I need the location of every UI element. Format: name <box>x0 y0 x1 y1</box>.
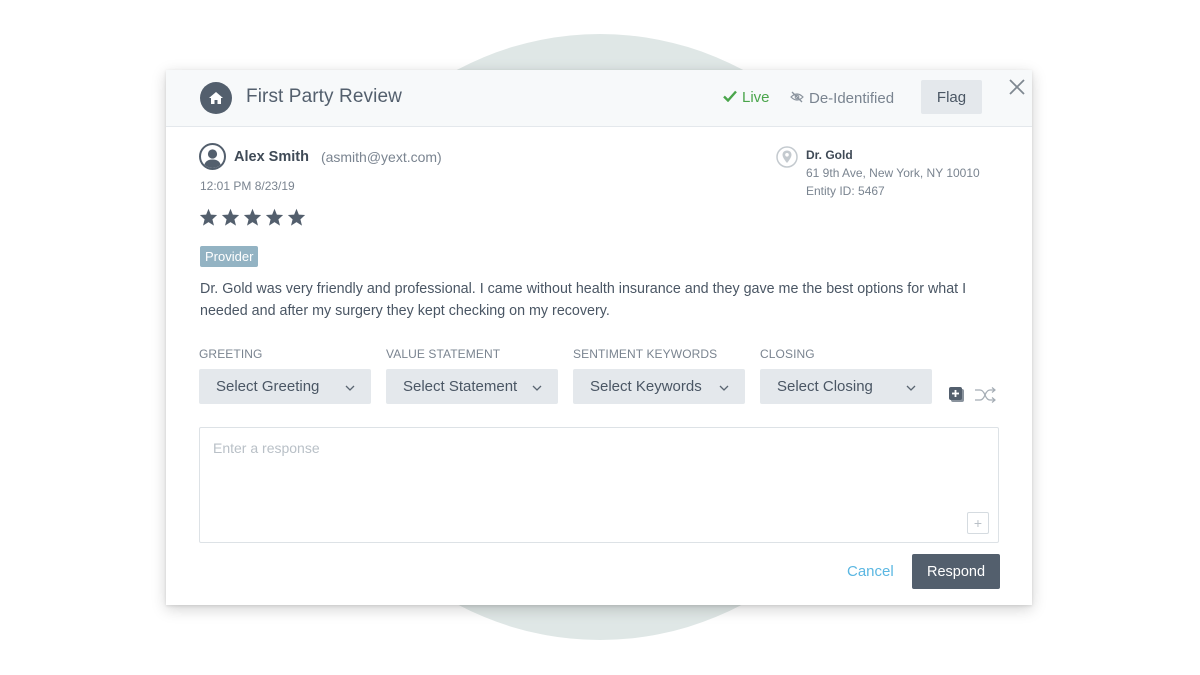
status-deidentified: De-Identified <box>790 90 894 107</box>
value-statement-field: VALUE STATEMENT Select Statement <box>386 346 573 404</box>
page-title: First Party Review <box>246 86 402 107</box>
review-timestamp: 12:01 PM 8/23/19 <box>200 179 295 193</box>
author-name: Alex Smith <box>234 148 309 165</box>
entity-info: Dr. Gold 61 9th Ave, New York, NY 10010 … <box>776 146 980 200</box>
greeting-label: GREETING <box>199 347 263 361</box>
avatar <box>199 143 226 170</box>
entity-address: 61 9th Ave, New York, NY 10010 <box>806 166 980 180</box>
greeting-select[interactable]: Select Greeting <box>199 369 371 404</box>
add-template-icon[interactable] <box>948 386 966 409</box>
star-icon <box>265 208 284 231</box>
eye-slash-icon <box>790 90 804 107</box>
checkmark-icon <box>723 89 737 106</box>
closing-field: CLOSING Select Closing <box>760 346 947 404</box>
sentiment-keywords-select-value: Select Keywords <box>590 378 702 395</box>
builder-actions <box>948 386 996 409</box>
flag-button[interactable]: Flag <box>921 80 982 114</box>
author-email: (asmith@yext.com) <box>320 148 442 165</box>
location-pin-icon <box>776 146 798 168</box>
entity-name: Dr. Gold <box>806 148 853 162</box>
status-live: Live <box>723 89 770 106</box>
review-tag: Provider <box>200 246 259 267</box>
greeting-select-value: Select Greeting <box>216 378 320 395</box>
chevron-down-icon <box>719 378 729 395</box>
closing-select[interactable]: Select Closing <box>760 369 932 404</box>
card-header: First Party Review Live De-Identified Fl… <box>166 70 1032 127</box>
status-live-label: Live <box>742 89 770 106</box>
entity-id: Entity ID: 5467 <box>806 184 885 198</box>
value-statement-select-value: Select Statement <box>403 378 518 395</box>
review-author: Alex Smith (asmith@yext.com) <box>199 143 442 170</box>
closing-label: CLOSING <box>760 347 815 361</box>
home-icon <box>200 82 232 114</box>
sentiment-keywords-select[interactable]: Select Keywords <box>573 369 745 404</box>
star-icon <box>199 208 218 231</box>
respond-button[interactable]: Respond <box>912 554 1000 589</box>
star-icon <box>243 208 262 231</box>
shuffle-icon[interactable] <box>974 387 996 408</box>
star-icon <box>287 208 306 231</box>
cancel-button[interactable]: Cancel <box>847 563 894 580</box>
value-statement-label: VALUE STATEMENT <box>386 347 501 361</box>
closing-select-value: Select Closing <box>777 378 873 395</box>
response-input[interactable] <box>200 428 998 542</box>
sentiment-keywords-field: SENTIMENT KEYWORDS Select Keywords <box>573 346 760 404</box>
chevron-down-icon <box>532 378 542 395</box>
chevron-down-icon <box>345 378 355 395</box>
sentiment-keywords-label: SENTIMENT KEYWORDS <box>573 347 718 361</box>
value-statement-select[interactable]: Select Statement <box>386 369 558 404</box>
star-rating <box>199 208 306 231</box>
close-icon[interactable] <box>1006 76 1028 98</box>
greeting-field: GREETING Select Greeting <box>199 346 386 404</box>
star-icon <box>221 208 240 231</box>
chevron-down-icon <box>906 378 916 395</box>
review-card: First Party Review Live De-Identified Fl… <box>166 70 1032 605</box>
status-deidentified-label: De-Identified <box>809 90 895 107</box>
response-builder: GREETING Select Greeting VALUE STATEMENT… <box>199 346 947 404</box>
response-field: + <box>199 427 999 543</box>
review-text: Dr. Gold was very friendly and professio… <box>200 281 967 319</box>
add-attachment-button[interactable]: + <box>967 512 989 534</box>
